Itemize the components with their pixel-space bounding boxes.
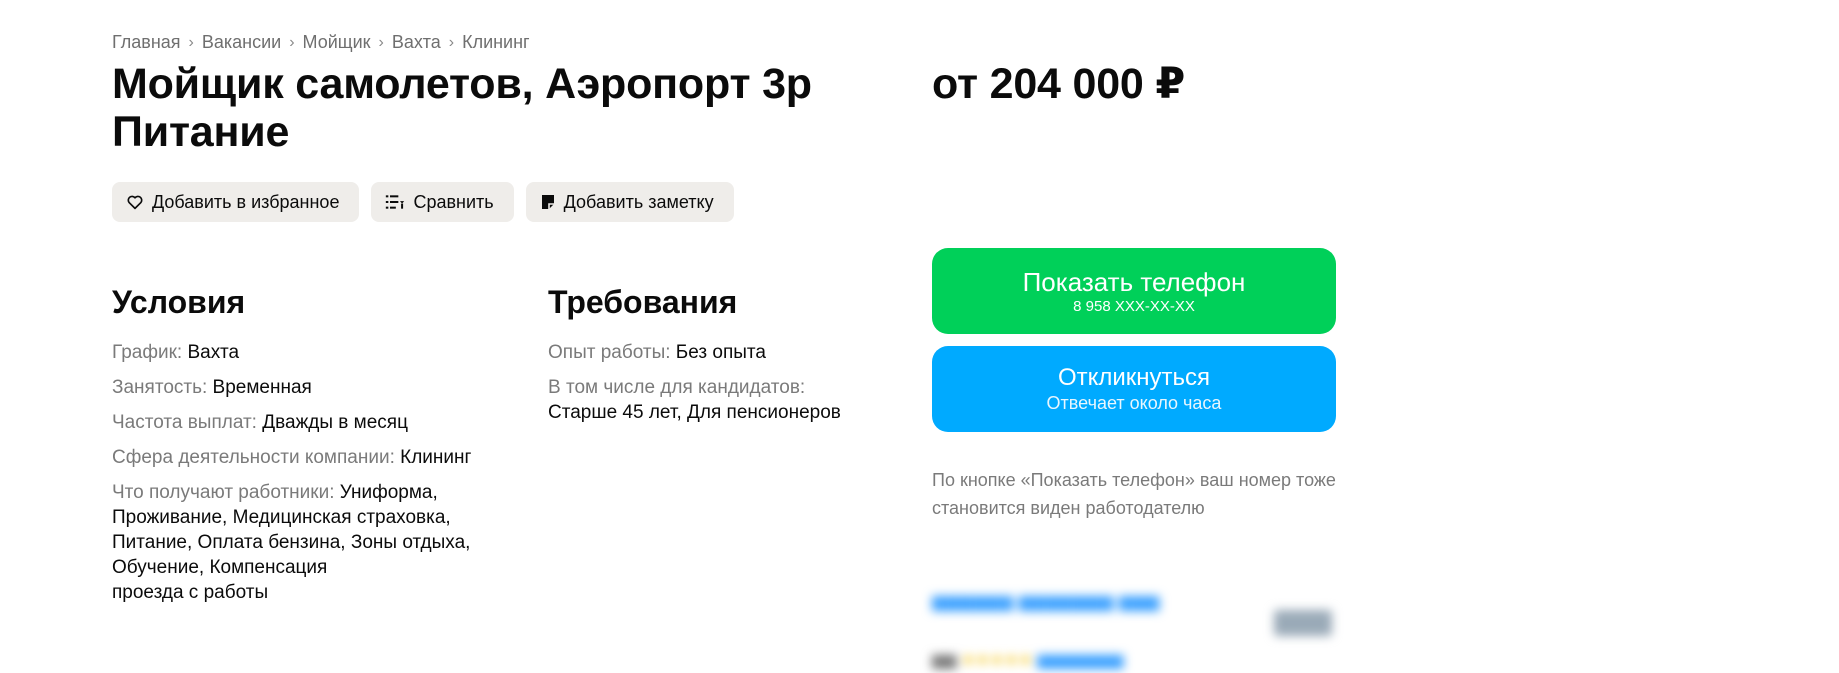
breadcrumb-washer[interactable]: Мойщик: [303, 32, 371, 53]
condition-company-sphere: Сфера деятельности компании: Клининг: [112, 445, 512, 470]
conditions-list: График: Вахта Занятость: Временная Часто…: [112, 340, 512, 615]
requirements-title: Требования: [548, 284, 738, 320]
respond-button[interactable]: Откликнуться Отвечает около часа: [932, 346, 1336, 432]
conditions-title: Условия: [112, 284, 246, 320]
masked-phone-number: 8 958 XXX-XX-XX: [1073, 297, 1195, 315]
breadcrumb-separator: ›: [289, 33, 295, 51]
respond-label: Откликнуться: [1057, 364, 1211, 391]
rating-value: ▆▆: [932, 652, 957, 669]
compare-icon: [385, 193, 405, 211]
breadcrumb-vacancies[interactable]: Вакансии: [202, 32, 281, 53]
breadcrumb-separator: ›: [378, 33, 384, 51]
condition-schedule: График: Вахта: [112, 340, 512, 365]
star-icon: ★★★★★: [961, 652, 1033, 669]
breadcrumb-separator: ›: [188, 33, 194, 51]
condition-pay-frequency: Частота выплат: Дважды в месяц: [112, 410, 512, 435]
heart-icon: [126, 193, 144, 211]
employer-name-blurred: ▆▆▆▆▆▆ ▆▆▆▆▆▆▆ ▆▆▆: [932, 592, 1160, 611]
breadcrumb: Главная › Вакансии › Мойщик › Вахта › Кл…: [112, 32, 530, 53]
requirement-candidates: В том числе для кандидатов: Старше 45 ле…: [548, 375, 888, 425]
requirement-experience-value: Без опыта: [675, 342, 766, 363]
condition-employment-value: Временная: [212, 377, 312, 398]
requirement-candidates-label: В том числе для кандидатов:: [548, 377, 806, 398]
employer-rating-blurred: ▆▆ ★★★★★ ▆▆▆▆▆▆▆: [932, 650, 1123, 670]
compare-label: Сравнить: [413, 191, 494, 212]
condition-employment-label: Занятость:: [112, 377, 208, 398]
condition-schedule-value: Вахта: [187, 342, 240, 363]
requirement-experience: Опыт работы: Без опыта: [548, 340, 888, 365]
action-bar: Добавить в избранное Сравнить Добавить з…: [112, 182, 734, 222]
note-icon: [540, 194, 556, 210]
page-title: Мойщик самолетов, Аэропорт 3р Питание: [112, 60, 812, 156]
requirement-candidates-value: Старше 45 лет, Для пенсионеров: [548, 402, 841, 423]
breadcrumb-separator: ›: [448, 33, 455, 51]
add-note-label: Добавить заметку: [563, 191, 714, 212]
add-to-favorites-label: Добавить в избранное: [152, 191, 340, 212]
reviews-link: ▆▆▆▆▆▆▆: [1037, 652, 1124, 669]
condition-sphere-value: Клининг: [400, 447, 472, 468]
breadcrumb-cleaning[interactable]: Клининг: [462, 32, 530, 53]
condition-sphere-label: Сфера деятельности компании:: [112, 447, 395, 468]
show-phone-label: Показать телефон: [1022, 266, 1246, 297]
condition-employment: Занятость: Временная: [112, 375, 512, 400]
add-note-button[interactable]: Добавить заметку: [525, 182, 734, 222]
add-to-favorites-button[interactable]: Добавить в избранное: [112, 182, 360, 222]
show-phone-button[interactable]: Показать телефон 8 958 XXX-XX-XX: [932, 248, 1336, 334]
employer-card-blurred: ▆▆▆▆▆▆ ▆▆▆▆▆▆▆ ▆▆▆ ▆▆ ★★★★★ ▆▆▆▆▆▆▆: [932, 592, 1342, 673]
condition-benefits-value-tail: проезда с работы: [112, 582, 269, 603]
employer-logo: [1274, 610, 1332, 636]
condition-pay-label: Частота выплат:: [112, 412, 257, 433]
breadcrumb-shift[interactable]: Вахта: [392, 32, 441, 53]
page-title-line2: Питание: [112, 108, 290, 156]
condition-schedule-label: График:: [112, 342, 183, 363]
condition-benefits-label: Что получают работники:: [112, 482, 335, 503]
requirements-list: Опыт работы: Без опыта В том числе для к…: [548, 340, 888, 435]
requirement-experience-label: Опыт работы:: [548, 342, 671, 363]
phone-visibility-note: По кнопке «Показать телефон» ваш номер т…: [932, 470, 1336, 518]
condition-pay-value: Дважды в месяц: [262, 412, 408, 433]
response-time: Отвечает около часа: [1046, 393, 1222, 413]
breadcrumb-home[interactable]: Главная: [112, 32, 181, 53]
page-title-line1: Мойщик самолетов, Аэропорт 3р: [112, 60, 812, 108]
compare-button[interactable]: Сравнить: [371, 182, 514, 222]
salary: от 204 000 ₽: [932, 60, 1186, 108]
condition-benefits: Что получают работники: Униформа, Прожив…: [112, 480, 512, 605]
